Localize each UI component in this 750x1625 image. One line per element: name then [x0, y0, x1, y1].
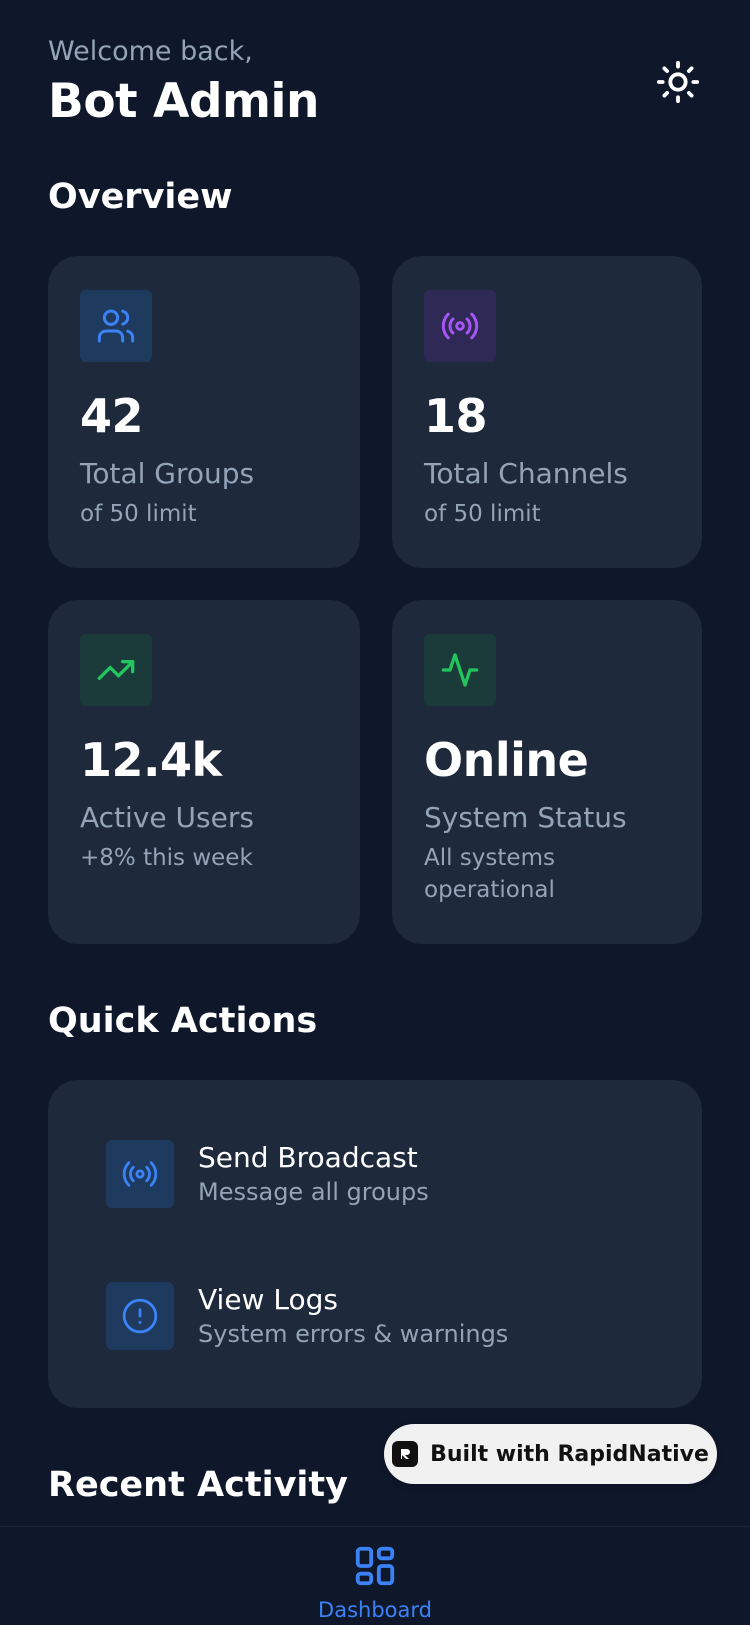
stat-value: 18: [424, 389, 488, 443]
stat-label: Total Groups: [80, 457, 255, 490]
stat-card-system-status[interactable]: Online System Status All systems operati…: [392, 600, 702, 944]
recent-activity-title: Recent Activity: [48, 1465, 348, 1505]
stat-subtext: All systems operational: [424, 845, 555, 903]
action-subtitle: System errors & warnings: [198, 1320, 509, 1348]
broadcast-icon: [441, 312, 479, 340]
welcome-text: Welcome back,: [48, 36, 253, 67]
dashboard-icon: [355, 1546, 395, 1586]
action-title: Send Broadcast: [198, 1141, 418, 1174]
stat-icon-box: [424, 634, 496, 706]
header: Welcome back, Bot Admin: [48, 34, 702, 132]
stat-subtext: +8% this week: [80, 845, 253, 871]
stat-label: Total Channels: [424, 457, 628, 490]
alert-circle-icon: [122, 1298, 158, 1334]
badge-text: Built with RapidNative: [430, 1441, 709, 1467]
bottom-tab-bar: Dashboard: [0, 1526, 750, 1625]
action-subtitle: Message all groups: [198, 1178, 429, 1206]
stat-card-groups[interactable]: 42 Total Groups of 50 limit: [48, 256, 360, 568]
activity-icon: [441, 653, 479, 687]
action-title: View Logs: [198, 1283, 338, 1316]
users-icon: [97, 309, 135, 343]
quick-actions-panel: Send Broadcast Message all groups View L…: [48, 1080, 702, 1408]
stat-card-channels[interactable]: 18 Total Channels of 50 limit: [392, 256, 702, 568]
stat-value: 42: [80, 389, 144, 443]
sun-icon: [656, 60, 700, 104]
stat-label: Active Users: [80, 801, 254, 834]
trending-up-icon: [97, 660, 135, 680]
built-with-badge[interactable]: Built with RapidNative: [384, 1424, 717, 1484]
action-icon-box: [106, 1282, 174, 1350]
stat-icon-box: [80, 290, 152, 362]
tab-label: Dashboard: [318, 1598, 432, 1622]
stat-subtext: of 50 limit: [424, 501, 541, 527]
stat-value: Online: [424, 733, 589, 787]
send-broadcast-action[interactable]: Send Broadcast Message all groups: [106, 1140, 429, 1208]
overview-title: Overview: [48, 177, 233, 217]
stat-label: System Status: [424, 801, 627, 834]
action-icon-box: [106, 1140, 174, 1208]
stat-icon-box: [424, 290, 496, 362]
theme-toggle-button[interactable]: [654, 58, 702, 106]
stat-icon-box: [80, 634, 152, 706]
quick-actions-title: Quick Actions: [48, 1001, 318, 1041]
tab-dashboard[interactable]: Dashboard: [300, 1543, 450, 1623]
stat-subtext: of 50 limit: [80, 501, 197, 527]
stat-card-active-users[interactable]: 12.4k Active Users +8% this week: [48, 600, 360, 944]
view-logs-action[interactable]: View Logs System errors & warnings: [106, 1282, 508, 1350]
broadcast-icon: [122, 1161, 158, 1187]
stat-value: 12.4k: [80, 733, 222, 787]
rapidnative-logo-icon: [392, 1441, 419, 1467]
username: Bot Admin: [48, 74, 320, 129]
